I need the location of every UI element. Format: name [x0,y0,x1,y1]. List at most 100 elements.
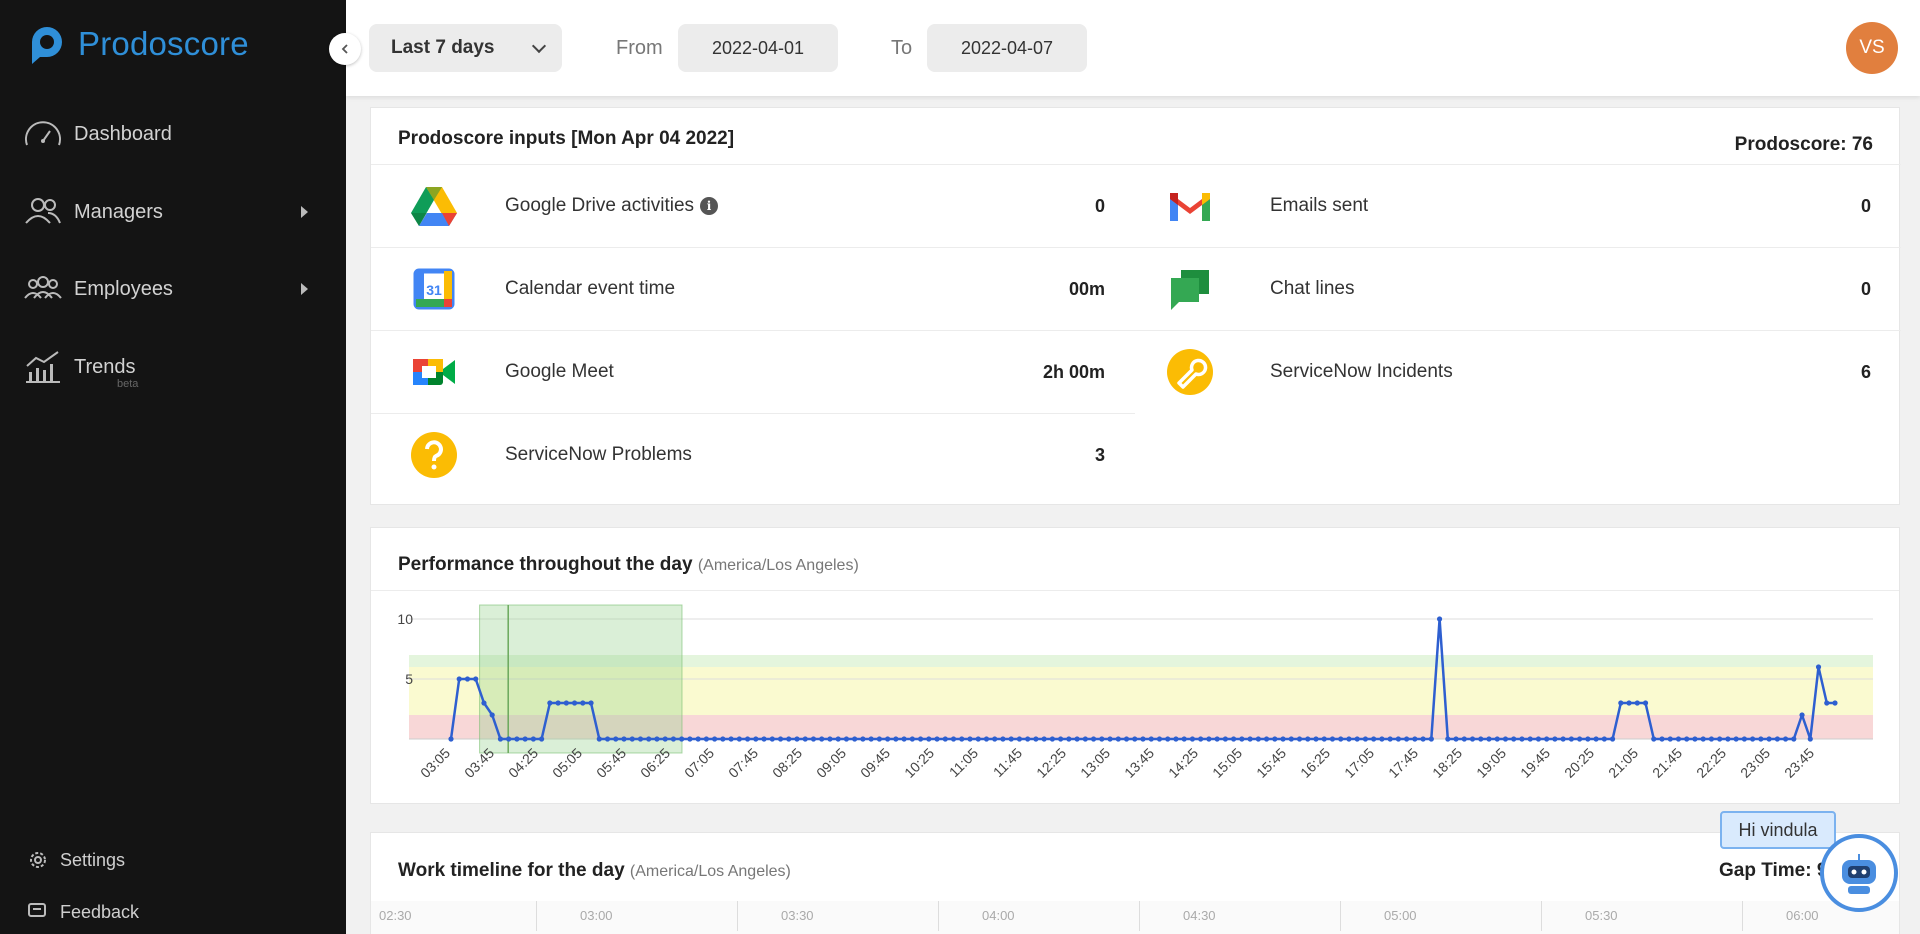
x-tick-label: 13:05 [1077,745,1113,781]
sidebar-item-employees[interactable]: Employees [22,270,322,308]
input-row-calendar: 31 Calendar event time 00m [371,247,1135,330]
data-point [1519,736,1525,742]
input-row-problems: ServiceNow Problems 3 [371,413,1135,496]
data-point [761,736,767,742]
data-point [926,736,932,742]
data-point [1041,736,1047,742]
to-date-input[interactable]: 2022-04-07 [927,24,1087,72]
data-point [901,736,907,742]
chevron-left-icon [341,44,348,54]
timeline-tick-label: 04:30 [1183,908,1216,923]
data-point [1140,736,1146,742]
data-point [1527,736,1533,742]
chatbot-button[interactable] [1820,834,1898,912]
data-point [1066,736,1072,742]
info-icon[interactable]: i [700,197,719,215]
data-point [769,736,775,742]
sidebar-item-managers[interactable]: Managers [22,193,322,231]
date-range-select[interactable]: Last 7 days [369,24,562,72]
trend-chart-icon [26,351,60,383]
logo[interactable]: Prodoscore [24,20,249,68]
chat-label: Chat lines [1270,278,1355,299]
data-point [539,736,545,742]
timeline-tick-label: 05:00 [1384,908,1417,923]
x-tick-label: 12:25 [1033,745,1069,781]
data-point [1568,736,1574,742]
data-point [1107,736,1113,742]
x-tick-label: 11:45 [990,745,1026,781]
sidebar-item-label: Dashboard [74,122,172,145]
incidents-value: 6 [1860,361,1871,382]
data-point [1692,736,1698,742]
collapse-sidebar-button[interactable] [329,33,361,65]
data-point [1263,736,1270,742]
data-point [802,736,808,742]
data-point [1774,736,1780,742]
data-point [588,700,594,706]
sidebar-item-dashboard[interactable]: Dashboard [22,115,322,153]
data-point [1239,736,1245,742]
drive-label: Google Drive activities [505,195,695,216]
timeline-axis[interactable]: 02:30 03:00 03:30 04:00 04:30 05:00 05:30 06:00 [371,901,1899,934]
input-row-incidents: ServiceNow Incidents 6 [1135,330,1901,413]
timeline-tick-label: 03:00 [580,908,613,923]
data-point [489,712,495,718]
calendar-value: 00m [1068,278,1105,299]
google-meet-icon [413,359,455,385]
data-point [1436,616,1443,622]
settings-link[interactable]: Settings [26,848,125,872]
x-tick-label: 19:05 [1473,745,1509,781]
data-point [1058,736,1064,742]
sidebar-item-trends[interactable]: Trends beta [22,348,322,390]
timeline-gridline [938,901,939,931]
data-point [514,736,520,742]
data-point [1082,736,1088,742]
data-point [1733,736,1739,742]
data-point [1651,736,1657,742]
data-point [1115,736,1121,742]
data-point [1494,736,1500,742]
prodoscore-logo-icon [32,27,62,64]
data-point [1148,736,1154,742]
data-point [992,736,998,742]
problems-value: 3 [1094,444,1105,465]
caret-right-icon [301,206,308,218]
data-point [1544,736,1550,742]
data-point [448,736,454,742]
data-point [1379,736,1385,742]
data-point [720,736,726,742]
x-tick-label: 17:05 [1341,745,1377,781]
beta-badge: beta [117,378,139,390]
timeline-gridline [1139,901,1140,931]
avatar[interactable]: VS [1846,22,1898,74]
from-date-input[interactable]: 2022-04-01 [678,24,838,72]
performance-chart[interactable]: 51003:05 03:45 04:25 05:05 05:45 06:25 07:05 07… [371,528,1901,805]
google-calendar-icon: 31 [413,268,455,310]
data-point [1601,736,1607,742]
data-point [1758,736,1764,742]
data-point [1832,700,1838,706]
data-point [1329,736,1336,742]
inputs-title: Prodoscore inputs [Mon Apr 04 2022] [398,128,735,149]
data-point [613,736,619,742]
x-tick-label: 15:45 [1253,745,1289,781]
data-point [1016,736,1023,742]
data-point [934,736,940,742]
data-point [1387,736,1393,742]
feedback-link[interactable]: Feedback [26,900,139,924]
data-point [695,736,701,742]
data-point [1412,736,1418,742]
data-point [909,736,915,742]
data-point [885,736,891,742]
data-point [967,736,973,742]
x-tick-label: 21:45 [1649,745,1685,781]
timeline-title-text: Work timeline for the day [398,860,625,881]
data-point [1659,736,1665,742]
incidents-label: ServiceNow Incidents [1270,361,1453,382]
data-point [497,736,504,742]
data-point [1766,736,1772,742]
bot-greeting[interactable]: Hi vindula [1720,811,1836,849]
data-point [1626,700,1632,706]
data-point [621,736,627,742]
data-point [1642,700,1649,706]
